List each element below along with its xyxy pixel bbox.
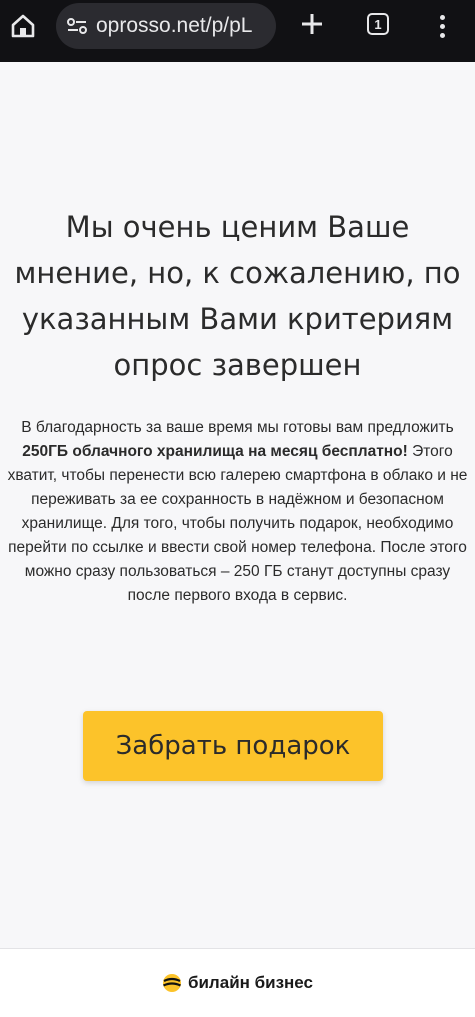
offer-text-part2: Этого хватит, чтобы перенести всю галере… (7, 443, 468, 604)
browser-toolbar: oprosso.net/p/pL 1 (0, 0, 475, 62)
tab-switcher-button[interactable]: 1 (364, 10, 392, 38)
site-info-icon[interactable] (66, 17, 88, 35)
more-menu-button[interactable] (432, 8, 452, 44)
offer-text-part1: В благодарность за ваше время мы готовы … (21, 419, 454, 436)
plus-icon (302, 14, 322, 34)
footer: билайн бизнес (0, 948, 475, 1017)
url-text[interactable]: oprosso.net/p/pL (96, 14, 252, 38)
brand-logo[interactable]: билайн бизнес (162, 973, 313, 993)
more-icon (439, 14, 445, 38)
brand-name: билайн бизнес (187, 973, 313, 992)
home-button[interactable] (8, 11, 38, 41)
address-bar[interactable]: oprosso.net/p/pL (56, 3, 276, 49)
offer-highlight: 250ГБ облачного хранилища на месяц беспл… (22, 443, 408, 460)
beeline-logo-icon (162, 974, 181, 992)
offer-description: В благодарность за ваше время мы готовы … (6, 416, 469, 608)
home-icon (11, 14, 35, 38)
new-tab-button[interactable] (298, 10, 326, 38)
tab-switcher-icon: 1 (367, 13, 389, 35)
claim-gift-button[interactable]: Забрать подарок (83, 711, 383, 781)
page-title: Мы очень ценим Ваше мнение, но, к сожале… (14, 210, 461, 382)
